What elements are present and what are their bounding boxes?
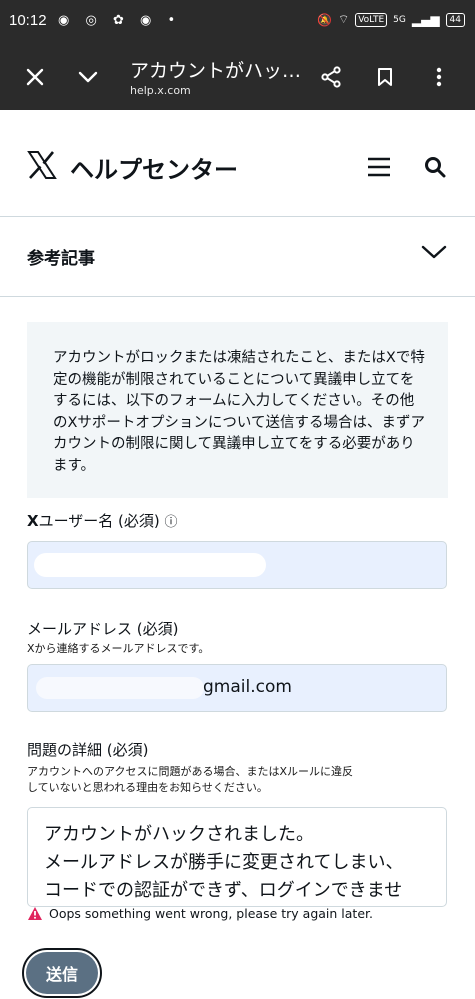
bookmark-icon[interactable] xyxy=(367,59,403,95)
close-icon[interactable] xyxy=(17,59,53,95)
reference-articles-label: 参考記事 xyxy=(27,249,95,269)
mute-icon: 🔕 xyxy=(316,12,332,27)
username-input[interactable] xyxy=(27,541,447,589)
notification-icons: ◉ ◎ ✿ ◉ • xyxy=(58,13,182,28)
x-logo-icon[interactable] xyxy=(26,149,58,185)
submit-button-label: 送信 xyxy=(26,952,98,994)
email-label: メールアドレス (必須) xyxy=(27,620,179,638)
page-title: アカウントがハッ… xyxy=(130,60,302,82)
chevron-down-icon[interactable] xyxy=(70,59,106,95)
hamburger-menu-icon[interactable] xyxy=(366,156,392,182)
status-bar: 10:12 ◉ ◎ ✿ ◉ • 🔕 ⌔ VoLTE 5G ▂▄▆ 44 xyxy=(0,0,475,44)
username-label-x: X xyxy=(27,512,39,530)
system-icons: 🔕 ⌔ VoLTE 5G ▂▄▆ 44 xyxy=(317,12,465,27)
error-message: Oops something went wrong, please try ag… xyxy=(27,906,373,921)
notice-box: アカウントがロックまたは凍結されたこと、またはXで特定の機能が制限されていること… xyxy=(27,322,448,498)
details-hint-line-2: していないと思われる理由をお知らせください。 xyxy=(27,781,268,794)
info-icon[interactable]: ⓘ xyxy=(165,515,178,530)
email-hint: Xから連絡するメールアドレスです。 xyxy=(27,642,210,655)
reference-articles-dropdown[interactable]: 参考記事 xyxy=(0,216,475,297)
details-text-line-1: アカウントがハックされました。 xyxy=(44,824,314,845)
help-center-header: ヘルプセンター xyxy=(0,110,475,217)
email-input[interactable]: gmail.com xyxy=(27,664,447,712)
browser-toolbar: アカウントがハッ… help.x.com xyxy=(0,44,475,110)
chevron-down-icon[interactable] xyxy=(421,244,447,264)
more-options-icon[interactable] xyxy=(421,59,457,95)
redaction-mark xyxy=(34,553,266,577)
help-center-title[interactable]: ヘルプセンター xyxy=(70,150,238,185)
username-label: Xユーザー名 (必須) ⓘ xyxy=(27,510,178,531)
wifi-icon: ⌔ xyxy=(337,12,350,26)
search-icon[interactable] xyxy=(424,156,446,182)
volte-badge: VoLTE xyxy=(355,12,388,27)
details-hint-line-1: アカウントへのアクセスに問題がある場合、またはXルールに違反 xyxy=(27,765,353,778)
signal-icon: ▂▄▆ xyxy=(411,12,440,27)
details-label: 問題の詳細 (必須) xyxy=(27,741,149,759)
submit-button[interactable]: 送信 xyxy=(22,948,102,998)
username-label-text: ユーザー名 (必須) xyxy=(38,512,160,530)
battery-icon: 44 xyxy=(445,12,465,27)
error-text: Oops something went wrong, please try ag… xyxy=(49,906,373,921)
network-type: 5G xyxy=(393,14,406,25)
details-text-line-3: コードでの認証ができず、ログインできませ xyxy=(44,880,403,901)
email-value: gmail.com xyxy=(203,677,292,697)
details-textarea[interactable]: アカウントがハックされました。 メールアドレスが勝手に変更されてしまい、 コード… xyxy=(27,807,447,907)
page-url: help.x.com xyxy=(130,84,191,97)
status-time: 10:12 xyxy=(9,12,47,29)
share-icon[interactable] xyxy=(313,59,349,95)
warning-icon xyxy=(28,907,42,920)
details-text-line-2: メールアドレスが勝手に変更されてしまい、 xyxy=(44,852,404,873)
notice-text: アカウントがロックまたは凍結されたこと、またはXで特定の機能が制限されていること… xyxy=(53,350,425,474)
redaction-mark xyxy=(36,677,204,699)
